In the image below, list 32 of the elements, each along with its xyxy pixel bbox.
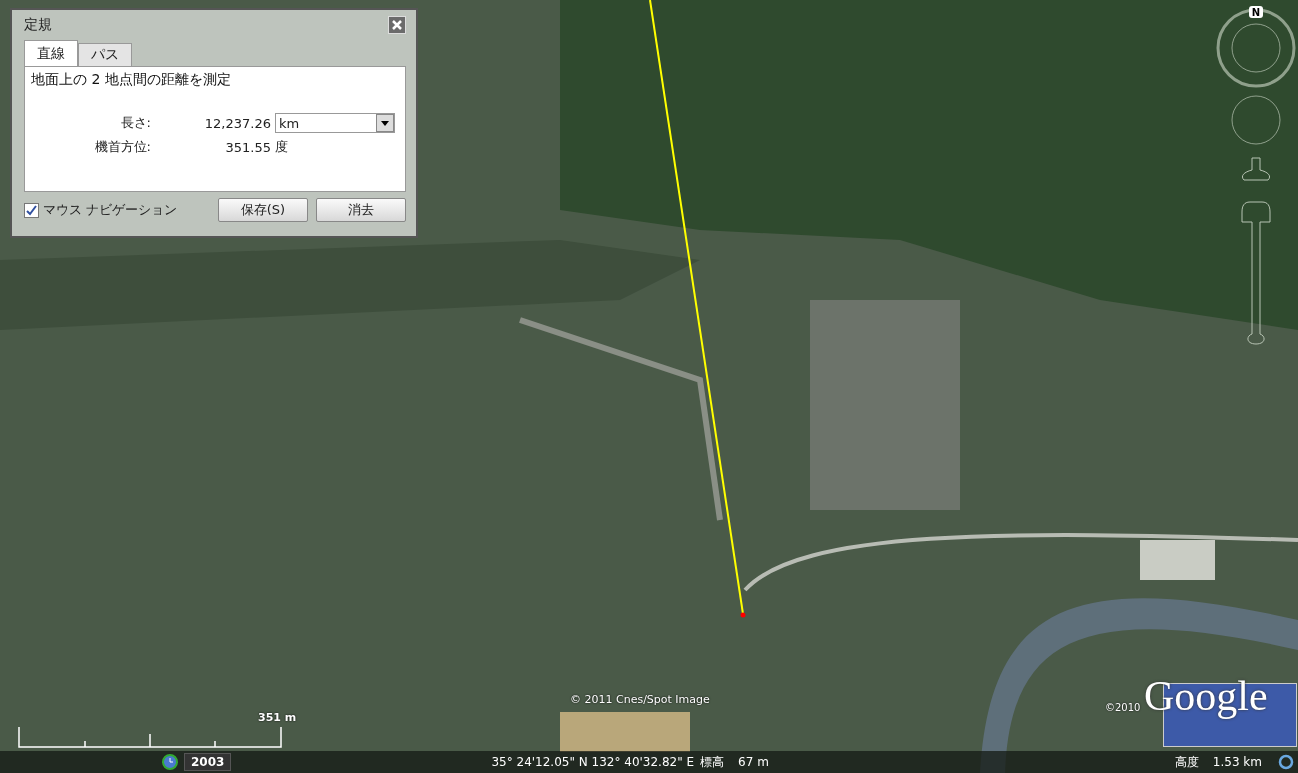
field-label: 長さ: (119, 114, 151, 132)
dialog-button[interactable]: 消去 (316, 198, 406, 222)
elevation-value: 67 m (738, 755, 769, 769)
clock-icon[interactable] (162, 754, 178, 770)
tab[interactable]: 直線 (24, 40, 78, 66)
zoom-control-drawing[interactable] (1241, 201, 1271, 345)
field-label: 機首方位: (93, 138, 151, 156)
tab[interactable]: パス (78, 43, 132, 66)
field-value: 351.55 (224, 139, 272, 155)
compass-ring[interactable] (1216, 8, 1296, 88)
look-joystick[interactable] (1231, 95, 1281, 145)
caret-icon (376, 114, 394, 132)
close-icon[interactable] (388, 16, 406, 34)
year-label[interactable]: 2003 (184, 753, 232, 771)
checkbox[interactable] (24, 202, 39, 218)
field-value: 12,237.26 (203, 115, 272, 131)
altitude-value: 1.53 km (1212, 755, 1262, 769)
elevation-label: 標高 (700, 753, 725, 771)
north-badge: N (1249, 6, 1263, 18)
unit-text: 度 (275, 138, 289, 156)
scale-label: 351 m (258, 711, 297, 724)
loading-ring-icon (1278, 754, 1294, 770)
logo-year: ©2010 (1105, 702, 1141, 713)
copyright-text: © 2011 Cnes/Spot Image (570, 693, 710, 706)
dialog-title: 定規 (24, 16, 52, 34)
checkbox-label: マウス ナビゲーション (43, 201, 178, 219)
street-view-person-icon[interactable] (1241, 157, 1271, 181)
unit-dropdown[interactable]: km (275, 113, 395, 133)
description-text: 地面上の 2 地点間の距離を測定 (31, 71, 232, 89)
coordinates-text: 35° 24'12.05" N 132° 40'32.82" E (491, 755, 695, 769)
dialog-button[interactable]: 保存(S) (218, 198, 308, 222)
altitude-label: 高度 (1174, 753, 1199, 771)
